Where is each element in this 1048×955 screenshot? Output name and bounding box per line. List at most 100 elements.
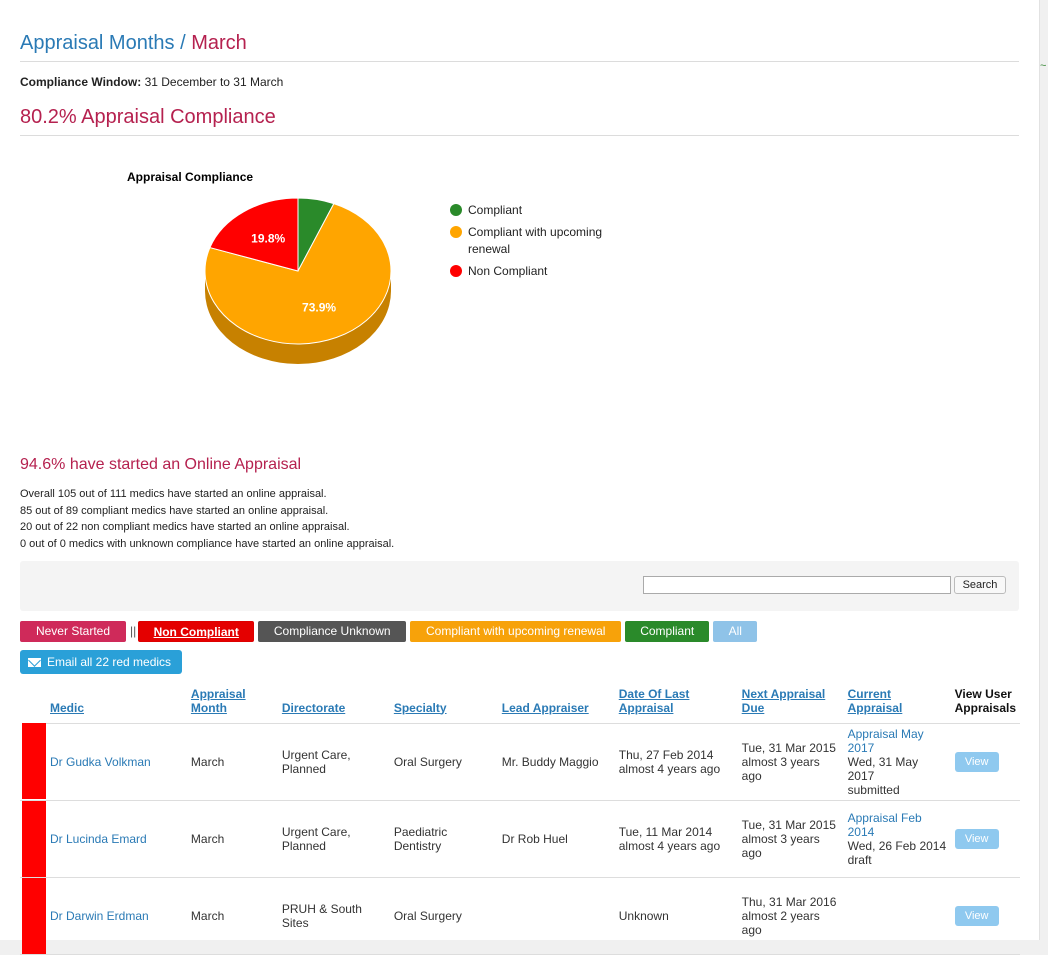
page-title: Appraisal Months / March: [20, 0, 1019, 62]
breadcrumb-separator: /: [180, 32, 186, 54]
header-current-appraisal[interactable]: Current Appraisal: [843, 683, 951, 724]
chart-title: Appraisal Compliance: [127, 170, 254, 184]
next-due-date: Tue, 31 Mar 2015: [741, 817, 836, 832]
last-appraisal-ago: almost 4 years ago: [618, 761, 721, 776]
header-directorate[interactable]: Directorate: [277, 683, 390, 724]
last-appraisal-date: Tue, 11 Mar 2014: [618, 824, 713, 839]
lead-appraiser-cell: [497, 877, 615, 955]
legend-color-dot: [450, 226, 462, 238]
current-appraisal-link[interactable]: Appraisal May 2017: [848, 727, 924, 755]
filter-upcoming-renewal-button[interactable]: Compliant with upcoming renewal: [410, 620, 622, 642]
medic-cell: Dr Darwin Erdman: [46, 877, 187, 955]
medic-link[interactable]: Dr Darwin Erdman: [50, 909, 149, 923]
next-due-cell: Tue, 31 Mar 2015 almost 3 years ago: [737, 723, 844, 801]
breadcrumb-current: March: [191, 32, 247, 54]
view-cell: View: [950, 800, 1020, 878]
legend-label: Non Compliant: [468, 264, 548, 278]
status-flag-cell: [20, 877, 46, 955]
header-appraisal-month[interactable]: Appraisal Month: [186, 683, 278, 724]
table-row: Dr Darwin Erdman March PRUH & South Sites O…: [20, 877, 1020, 955]
email-red-medics-button[interactable]: Email all 22 red medics: [20, 650, 182, 674]
current-appraisal-link[interactable]: Appraisal Feb 2014: [848, 811, 922, 839]
page: Appraisal Months / March Compliance Wind…: [0, 0, 1040, 955]
legend-item[interactable]: Compliant with upcoming renewal: [450, 224, 640, 258]
medic-cell: Dr Gudka Volkman: [46, 723, 187, 801]
last-appraisal-cell: Thu, 27 Feb 2014 almost 4 years ago: [614, 723, 738, 801]
legend-item[interactable]: Compliant: [450, 202, 640, 219]
started-stats: Overall 105 out of 111 medics have start…: [20, 486, 1019, 552]
next-due-ago: almost 3 years ago: [741, 831, 820, 860]
pie-slice-label: 73.9%: [302, 301, 336, 315]
next-due-cell: Tue, 31 Mar 2015 almost 3 years ago: [737, 800, 844, 878]
legend-label: Compliant: [468, 203, 523, 217]
chart-legend: Compliant Compliant with upcoming renewal…: [450, 202, 640, 285]
envelope-icon: [28, 657, 41, 667]
stat-line: 0 out of 0 medics with unknown complianc…: [20, 537, 395, 550]
legend-label: Compliant with upcoming renewal: [468, 225, 603, 256]
view-button[interactable]: View: [954, 828, 999, 849]
email-button-label: Email all 22 red medics: [47, 655, 172, 669]
legend-color-dot: [450, 265, 462, 277]
specialty-cell: Paediatric Dentistry: [389, 800, 498, 878]
filter-compliance-unknown-button[interactable]: Compliance Unknown: [258, 620, 407, 642]
view-cell: View: [950, 877, 1020, 955]
last-appraisal-cell: Unknown: [614, 877, 738, 955]
next-due-cell: Thu, 31 Mar 2016 almost 2 years ago: [737, 877, 844, 955]
view-button[interactable]: View: [954, 905, 999, 926]
view-button[interactable]: View: [954, 751, 999, 772]
status-flag: [22, 800, 46, 877]
month-cell: March: [186, 723, 278, 801]
compliance-window: Compliance Window: 31 December to 31 Mar…: [20, 75, 1019, 89]
month-cell: March: [186, 800, 278, 878]
current-appraisal-cell: Appraisal May 2017 Wed, 31 May 2017 submit…: [843, 723, 951, 801]
filter-all-button[interactable]: All: [713, 620, 758, 642]
header-medic[interactable]: Medic: [46, 683, 187, 724]
stat-line: 85 out of 89 compliant medics have start…: [20, 504, 329, 517]
pie-chart: 73.9% 19.8%: [204, 197, 392, 364]
directorate-cell: PRUH & South Sites: [277, 877, 390, 955]
specialty-cell: Oral Surgery: [389, 877, 498, 955]
search-input[interactable]: [643, 576, 951, 594]
compliance-window-value: 31 December to 31 March: [144, 75, 284, 89]
next-due-ago: almost 3 years ago: [741, 754, 820, 783]
header-next-appraisal-due[interactable]: Next Appraisal Due: [737, 683, 844, 724]
view-cell: View: [950, 723, 1020, 801]
last-appraisal-ago: almost 4 years ago: [618, 838, 721, 853]
started-heading: 94.6% have started an Online Appraisal: [20, 456, 302, 473]
current-appraisal-date: Wed, 31 May 2017: [847, 754, 919, 783]
table-row: Dr Lucinda Emard March Urgent Care, Planne…: [20, 800, 1020, 878]
table-row: Dr Gudka Volkman March Urgent Care, Planne…: [20, 723, 1020, 801]
month-cell: March: [186, 877, 278, 955]
search-button[interactable]: Search: [954, 576, 1006, 594]
medic-link[interactable]: Dr Gudka Volkman: [50, 755, 151, 769]
header-date-of-last-appraisal[interactable]: Date Of Last Appraisal: [614, 683, 738, 724]
filter-bar: Never Started || Non Compliant Complianc…: [20, 620, 1019, 642]
filter-non-compliant-button[interactable]: Non Compliant: [138, 620, 255, 642]
last-appraisal-date: Thu, 27 Feb 2014: [618, 747, 714, 762]
lead-appraiser-cell: Dr Rob Huel: [497, 800, 615, 878]
header-view-user-appraisals: View User Appraisals: [950, 683, 1020, 724]
status-flag-cell: [20, 723, 46, 801]
filter-compliant-button[interactable]: Compliant: [625, 620, 710, 642]
pie-slice-label: 19.8%: [251, 231, 285, 245]
breadcrumb-parent-link[interactable]: Appraisal Months: [20, 32, 175, 54]
status-flag: [22, 877, 46, 954]
status-column-header: [20, 683, 46, 723]
next-due-date: Tue, 31 Mar 2015: [741, 740, 836, 755]
header-lead-appraiser[interactable]: Lead Appraiser: [497, 683, 615, 724]
table-header-row: Medic Appraisal Month Directorate Specia…: [20, 683, 1020, 724]
edge-mark: ~: [1040, 60, 1047, 72]
last-appraisal-date: Unknown: [618, 908, 669, 923]
filter-never-started-button[interactable]: Never Started: [20, 620, 126, 642]
medics-table: Medic Appraisal Month Directorate Specia…: [20, 683, 1020, 955]
search-bar: Search: [20, 561, 1019, 611]
next-due-date: Thu, 31 Mar 2016: [741, 894, 837, 909]
medic-link[interactable]: Dr Lucinda Emard: [50, 832, 147, 846]
current-appraisal-status: submitted: [847, 782, 900, 797]
specialty-cell: Oral Surgery: [389, 723, 498, 801]
status-flag-cell: [20, 800, 46, 878]
stat-line: 20 out of 22 non compliant medics have s…: [20, 521, 350, 533]
legend-item[interactable]: Non Compliant: [450, 263, 640, 280]
header-specialty[interactable]: Specialty: [389, 683, 498, 724]
filter-separator: ||: [130, 624, 137, 638]
